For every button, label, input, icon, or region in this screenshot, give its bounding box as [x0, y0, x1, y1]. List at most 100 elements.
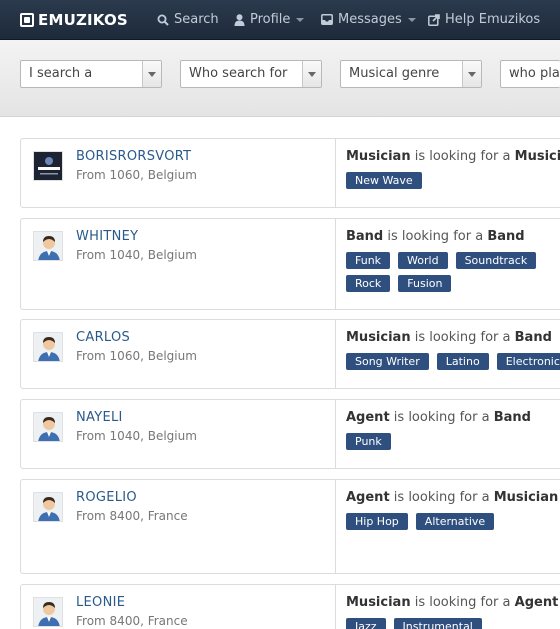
i-search-select-value: I search a	[29, 66, 93, 81]
avatar[interactable]	[33, 597, 63, 627]
who-plays-select[interactable]: who plays	[500, 60, 560, 88]
genre-tags: New Wave	[346, 172, 560, 195]
user-avatar-icon	[34, 232, 62, 260]
result-card-profile: BORISRORSVORT From 1060, Belgium	[21, 139, 336, 207]
genre-tag[interactable]: Punk	[346, 433, 391, 450]
result-description: Agent is looking for a Musician	[346, 490, 560, 505]
genre-select[interactable]: Musical genre	[340, 60, 482, 88]
result-role: Musician	[346, 595, 411, 610]
genre-tags: Hip Hop Alternative	[346, 513, 560, 536]
top-navbar: EMUZIKOS Search Profile Messages Help Em…	[0, 0, 560, 40]
genre-tag[interactable]: New Wave	[346, 172, 422, 189]
result-name[interactable]: LEONIE	[76, 595, 125, 610]
result-looking-text: is looking for a	[387, 229, 484, 244]
genre-tag[interactable]: Jazz	[346, 618, 386, 629]
result-name[interactable]: NAYELI	[76, 410, 123, 425]
result-role: Musician	[346, 330, 411, 345]
result-card[interactable]: BORISRORSVORT From 1060, Belgium Musicia…	[20, 138, 560, 208]
result-name[interactable]: BORISRORSVORT	[76, 149, 191, 164]
chevron-down-icon	[407, 17, 416, 22]
result-description: Agent is looking for a Band	[346, 410, 560, 425]
genre-tags: Song Writer Latino Electronic	[346, 353, 560, 376]
nav-profile[interactable]: Profile	[234, 12, 305, 27]
result-name[interactable]: ROGELIO	[76, 490, 137, 505]
result-role: Musician	[346, 149, 411, 164]
result-card[interactable]: NAYELI From 1040, Belgium Agent is looki…	[20, 399, 560, 469]
genre-tag[interactable]: Alternative	[415, 513, 495, 530]
result-target: Agent	[514, 595, 559, 610]
avatar[interactable]	[33, 332, 63, 362]
result-role: Band	[346, 229, 384, 244]
result-card[interactable]: ROGELIO From 8400, France Agent is looki…	[20, 479, 560, 574]
result-target: Band	[487, 229, 525, 244]
user-avatar-icon	[34, 333, 62, 361]
user-avatar-icon	[34, 413, 62, 441]
chevron-down-icon[interactable]	[462, 61, 481, 87]
nav-help[interactable]: Help Emuzikos	[428, 12, 540, 27]
result-role: Agent	[346, 410, 390, 425]
nav-messages[interactable]: Messages	[321, 12, 416, 27]
avatar[interactable]	[33, 231, 63, 261]
result-card-details: Musician is looking for a Agent Jazz Ins…	[346, 595, 560, 629]
chevron-down-icon	[296, 17, 305, 22]
result-role: Agent	[346, 490, 390, 505]
who-search-select-value: Who search for	[189, 66, 288, 81]
brand-icon	[20, 13, 34, 27]
genre-tags: Punk	[346, 433, 560, 456]
result-target: Band	[514, 330, 552, 345]
genre-tag[interactable]: Fusion	[398, 275, 452, 292]
chevron-down-icon[interactable]	[142, 61, 161, 87]
genre-tag[interactable]: Electronic	[496, 353, 560, 370]
user-avatar-icon	[34, 493, 62, 521]
brand-logo[interactable]: EMUZIKOS	[20, 11, 128, 29]
result-card-details: Agent is looking for a Band Punk	[346, 410, 560, 456]
search-icon	[157, 14, 169, 26]
who-plays-select-value: who plays	[509, 66, 560, 81]
result-card-profile: CARLOS From 1060, Belgium	[21, 320, 336, 388]
result-card-details: Band is looking for a Band Funk World So…	[346, 229, 560, 298]
result-card-profile: NAYELI From 1040, Belgium	[21, 400, 336, 468]
genre-tags: Jazz Instrumental	[346, 618, 560, 629]
result-card[interactable]: CARLOS From 1060, Belgium Musician is lo…	[20, 319, 560, 389]
result-description: Musician is looking for a Band	[346, 330, 560, 345]
nav-messages-label: Messages	[338, 12, 402, 27]
result-location: From 8400, France	[76, 614, 188, 628]
genre-tag[interactable]: Hip Hop	[346, 513, 408, 530]
who-search-select[interactable]: Who search for	[180, 60, 322, 88]
result-description: Musician is looking for a Agent	[346, 595, 560, 610]
avatar[interactable]	[33, 492, 63, 522]
result-description: Musician is looking for a Musician	[346, 149, 560, 164]
result-target: Band	[493, 410, 531, 425]
result-card-details: Agent is looking for a Musician Hip Hop …	[346, 490, 560, 536]
genre-select-value: Musical genre	[349, 66, 440, 81]
i-search-select[interactable]: I search a	[20, 60, 162, 88]
brand-name: EMUZIKOS	[38, 11, 128, 29]
result-card-details: Musician is looking for a Musician New W…	[346, 149, 560, 195]
result-card-details: Musician is looking for a Band Song Writ…	[346, 330, 560, 376]
genre-tag[interactable]: Funk	[346, 252, 391, 269]
nav-search[interactable]: Search	[157, 12, 219, 27]
genre-tag[interactable]: Soundtrack	[455, 252, 537, 269]
result-target: Musician	[514, 149, 560, 164]
avatar[interactable]	[33, 151, 63, 181]
result-location: From 1060, Belgium	[76, 349, 197, 363]
genre-tag[interactable]: Song Writer	[346, 353, 429, 370]
genre-tag[interactable]: Latino	[436, 353, 489, 370]
result-location: From 1040, Belgium	[76, 248, 197, 262]
result-name[interactable]: CARLOS	[76, 330, 130, 345]
result-card-profile: WHITNEY From 1040, Belgium	[21, 219, 336, 309]
chevron-down-icon[interactable]	[302, 61, 321, 87]
genre-tag[interactable]: Instrumental	[393, 618, 482, 629]
result-location: From 8400, France	[76, 509, 188, 523]
result-location: From 1060, Belgium	[76, 168, 197, 182]
search-filter-bar: I search a Who search for Musical genre …	[0, 40, 560, 117]
genre-tag[interactable]: Rock	[346, 275, 391, 292]
result-card[interactable]: WHITNEY From 1040, Belgium Band is looki…	[20, 218, 560, 310]
nav-help-label: Help Emuzikos	[445, 12, 541, 27]
result-name[interactable]: WHITNEY	[76, 229, 138, 244]
result-looking-text: is looking for a	[393, 410, 490, 425]
result-card[interactable]: LEONIE From 8400, France Musician is loo…	[20, 584, 560, 629]
result-looking-text: is looking for a	[414, 330, 511, 345]
avatar[interactable]	[33, 412, 63, 442]
genre-tag[interactable]: World	[398, 252, 448, 269]
